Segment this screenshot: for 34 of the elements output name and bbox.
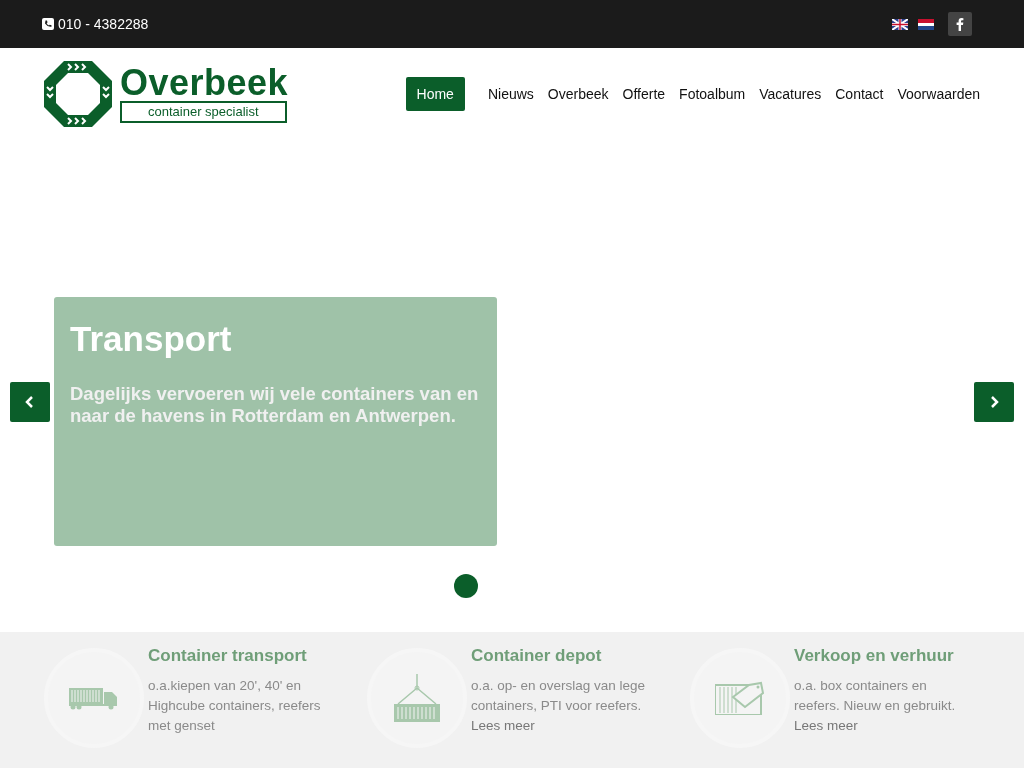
read-more-link[interactable]: Lees meer [471, 718, 535, 733]
container-price-tag-icon [715, 681, 765, 715]
logo-wordmark: Overbeek [120, 65, 289, 101]
hoisted-container-icon [392, 674, 442, 722]
chevron-right-icon [989, 396, 999, 408]
next-slide-button[interactable] [974, 382, 1014, 422]
nav-link[interactable]: Overbeek [547, 86, 609, 102]
octagon-logo-icon [42, 59, 114, 129]
nav-link[interactable]: Fotoalbum [679, 86, 746, 102]
logo-tagline: container specialist [120, 101, 287, 123]
slide-title: Transport [70, 319, 233, 359]
facebook-icon[interactable] [948, 12, 972, 36]
feature-title: Verkoop en verhuur [794, 646, 955, 666]
previous-slide-button[interactable] [10, 382, 50, 422]
read-more-link[interactable]: Lees meer [794, 718, 858, 733]
nav-link[interactable]: Contact [835, 86, 884, 102]
feature-text: o.a.kiepen van 20', 40' en Highcube containers, reefers met genset [148, 677, 322, 735]
phone-icon [42, 18, 54, 30]
feature-text: o.a. box containers en reefers. Nieuw en gebruikt. [794, 677, 957, 715]
feature-text: o.a. op- en overslag van lege containers, PTI voor reefers. [471, 677, 647, 715]
truck-icon [69, 686, 119, 710]
feature-title: Container transport [148, 646, 308, 666]
flag-icon[interactable] [918, 18, 934, 30]
phone-number: 010 - 4382288 [58, 16, 149, 32]
nav-link[interactable]: Voorwaarden [897, 86, 980, 102]
slide-indicator-dot[interactable] [454, 574, 478, 598]
nav-link[interactable]: Nieuws [487, 86, 534, 102]
nav-link[interactable]: Offerte [622, 86, 666, 102]
chevron-left-icon [25, 396, 35, 408]
feature-title: Container depot [471, 646, 603, 666]
nav-link[interactable]: Home [405, 77, 465, 111]
flag-icon[interactable] [892, 18, 908, 30]
nav-link[interactable]: Vacatures [759, 86, 822, 102]
slide-text: Dagelijks vervoeren wij vele containers van en naar de havens in Rotterdam en Antwerpen. [70, 383, 480, 427]
